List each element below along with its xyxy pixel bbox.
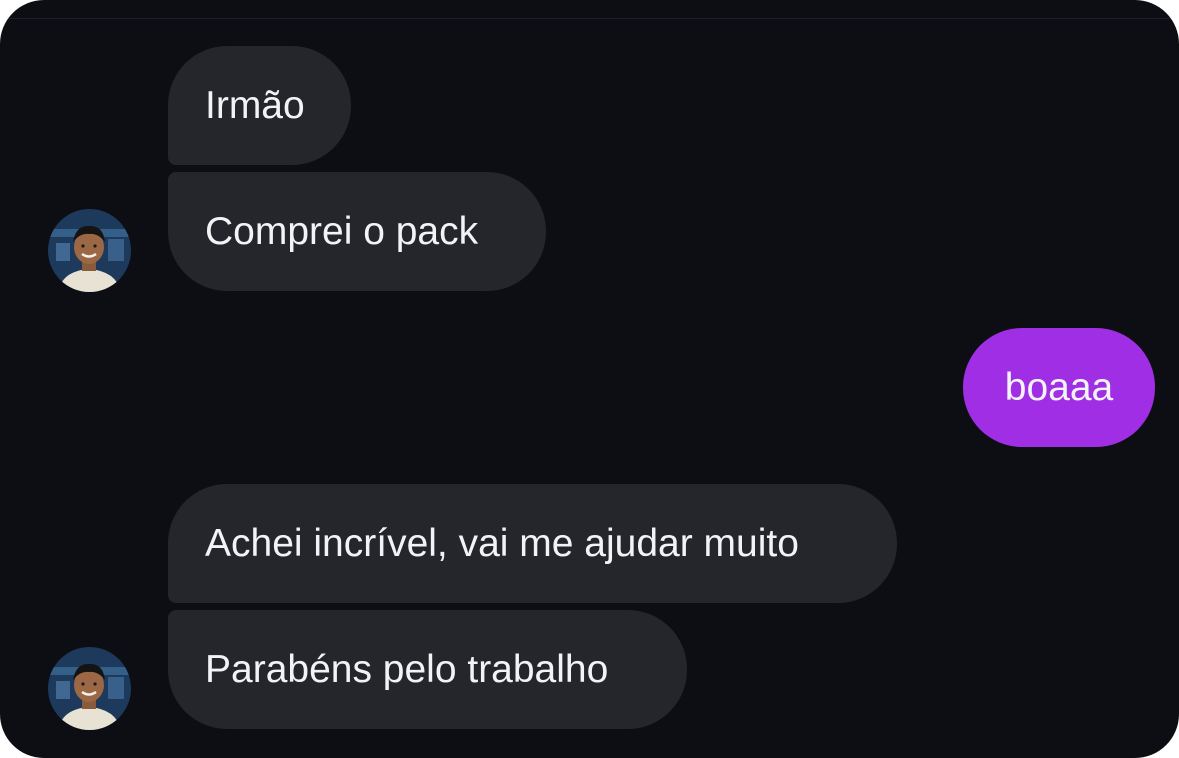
sender-avatar[interactable] xyxy=(48,647,131,730)
message-text: boaaa xyxy=(1004,365,1114,409)
message-text: Parabéns pelo trabalho xyxy=(205,647,609,691)
incoming-message-bubble[interactable]: Parabéns pelo trabalho xyxy=(168,610,687,729)
incoming-message-bubble[interactable]: Irmão xyxy=(168,46,351,165)
message-text: Achei incrível, vai me ajudar muito xyxy=(205,521,799,565)
incoming-message-bubble[interactable]: Achei incrível, vai me ajudar muito xyxy=(168,484,897,603)
avatar-photo-icon xyxy=(48,209,131,292)
header-divider xyxy=(0,18,1179,19)
incoming-message-bubble[interactable]: Comprei o pack xyxy=(168,172,546,291)
chat-thread: Irmão Comprei o pack boaaa Achei incríve… xyxy=(0,0,1179,758)
message-text: Comprei o pack xyxy=(205,209,479,253)
outgoing-message-bubble[interactable]: boaaa xyxy=(963,328,1155,447)
message-text: Irmão xyxy=(205,83,305,127)
avatar-photo-icon xyxy=(48,647,131,730)
sender-avatar[interactable] xyxy=(48,209,131,292)
